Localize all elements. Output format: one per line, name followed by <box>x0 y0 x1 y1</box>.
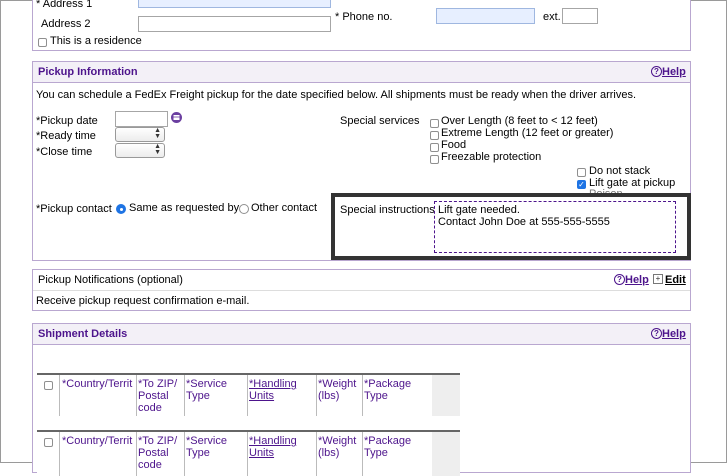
column-divider <box>136 375 137 416</box>
service-label: Food <box>441 139 467 151</box>
column-divider <box>316 375 317 416</box>
row-select-checkbox[interactable] <box>44 438 53 447</box>
pickup-notifications-section: Pickup Notifications (optional) ? Help +… <box>32 269 691 311</box>
close-time-select[interactable]: ▲ ▼ <box>115 143 165 158</box>
col-service-type: *Service Type <box>186 435 227 459</box>
col-service-type: *Service Type <box>186 378 227 402</box>
phone-field[interactable] <box>436 8 535 24</box>
address1-field[interactable] <box>138 0 331 8</box>
pickup-contact-label: *Pickup contact <box>36 203 112 215</box>
column-divider <box>136 432 137 476</box>
contact-same-label: Same as requested by <box>129 202 240 214</box>
help-question-icon[interactable]: ? <box>614 274 625 285</box>
contact-other-radio[interactable] <box>239 204 249 214</box>
notifications-edit-link[interactable]: Edit <box>665 274 686 286</box>
residence-checkbox[interactable] <box>38 38 47 47</box>
shipment-details-section: Shipment Details ? Help *Country/Territ … <box>32 323 691 476</box>
column-divider <box>184 432 185 476</box>
column-divider <box>59 375 60 416</box>
address2-field[interactable] <box>138 16 331 32</box>
lift-gate-checkbox[interactable]: ✓ <box>577 180 586 189</box>
col-weight: *Weight (lbs) <box>318 435 357 459</box>
do-not-stack-label: Do not stack <box>589 165 651 177</box>
close-time-label: *Close time <box>36 146 93 158</box>
do-not-stack-checkbox[interactable] <box>577 168 586 177</box>
service-label: Freezable protection <box>441 151 542 163</box>
phone-label: * Phone no. <box>335 11 393 23</box>
col-handling-units[interactable]: *Handling Units <box>249 435 309 459</box>
column-divider <box>247 375 248 416</box>
col-package-type: *Package Type <box>364 378 412 402</box>
column-divider <box>247 432 248 476</box>
notifications-title: Pickup Notifications (optional) <box>38 274 183 286</box>
pickup-help-link[interactable]: Help <box>662 66 686 78</box>
col-package-type: *Package Type <box>364 435 412 459</box>
row-select-checkbox[interactable] <box>44 381 53 390</box>
select-arrows-icon: ▲ ▼ <box>154 143 161 156</box>
notifications-help-link[interactable]: Help <box>625 274 649 286</box>
shipment-title: Shipment Details <box>38 328 128 340</box>
column-divider <box>362 432 363 476</box>
shipment-header: Shipment Details ? Help <box>33 324 690 345</box>
special-instructions-textarea[interactable]: Lift gate needed. Contact John Doe at 55… <box>434 201 676 253</box>
service-checkbox-over-length[interactable] <box>430 119 439 128</box>
instructions-line: Lift gate needed. <box>438 204 520 216</box>
notifications-header: Pickup Notifications (optional) ? Help +… <box>33 270 690 291</box>
ready-time-select[interactable]: ▲ ▼ <box>115 127 165 142</box>
residence-label: This is a residence <box>50 35 142 47</box>
pickup-title: Pickup Information <box>38 66 138 78</box>
shipment-row: *Country/Territ *To ZIP/ Postal code *Se… <box>37 430 460 476</box>
col-country: *Country/Territ <box>62 435 133 447</box>
service-label: Extreme Length (12 feet or greater) <box>441 127 614 139</box>
special-instructions-highlight: Special instructions Lift gate needed. C… <box>331 193 691 260</box>
expand-plus-icon[interactable]: + <box>653 274 663 284</box>
col-weight: *Weight (lbs) <box>318 378 357 402</box>
col-handling-units[interactable]: *Handling Units <box>249 378 309 402</box>
select-arrows-icon: ▲ ▼ <box>154 127 161 140</box>
notifications-text: Receive pickup request confirmation e-ma… <box>36 295 250 307</box>
calendar-icon[interactable] <box>171 112 182 123</box>
row-spacer <box>432 432 460 476</box>
help-question-icon[interactable]: ? <box>651 328 662 339</box>
column-divider <box>362 375 363 416</box>
service-checkbox-food[interactable] <box>430 143 439 152</box>
address1-label: * Address 1 <box>36 0 93 10</box>
ext-field[interactable] <box>562 8 598 24</box>
col-country: *Country/Territ <box>62 378 133 390</box>
service-label: Over Length (8 feet to < 12 feet) <box>441 115 598 127</box>
address2-label: Address 2 <box>41 18 91 30</box>
contact-other-label: Other contact <box>251 202 318 214</box>
column-divider <box>59 432 60 476</box>
contact-same-radio[interactable] <box>116 204 126 214</box>
pickup-header: Pickup Information ? Help <box>33 62 690 83</box>
help-question-icon[interactable]: ? <box>651 66 662 77</box>
column-divider <box>184 375 185 416</box>
column-divider <box>316 432 317 476</box>
pickup-intro: You can schedule a FedEx Freight pickup … <box>36 89 637 101</box>
col-zip: *To ZIP/ Postal code <box>138 435 178 471</box>
shipment-row: *Country/Territ *To ZIP/ Postal code *Se… <box>37 373 460 416</box>
special-services-label: Special services <box>340 115 420 127</box>
shipment-help-link[interactable]: Help <box>662 328 686 340</box>
service-checkbox-freezable[interactable] <box>430 155 439 164</box>
ready-time-label: *Ready time <box>36 130 96 142</box>
instructions-line: Contact John Doe at 555-555-5555 <box>438 216 610 228</box>
service-checkbox-extreme-length[interactable] <box>430 131 439 140</box>
special-instructions-label: Special instructions <box>340 204 435 216</box>
pickup-date-field[interactable] <box>115 111 168 127</box>
col-zip: *To ZIP/ Postal code <box>138 378 178 414</box>
row-spacer <box>432 375 460 416</box>
address-section: * Address 1 Address 2 This is a residenc… <box>32 0 691 51</box>
pickup-date-label: *Pickup date <box>36 115 98 127</box>
ext-label: ext. <box>543 11 561 23</box>
